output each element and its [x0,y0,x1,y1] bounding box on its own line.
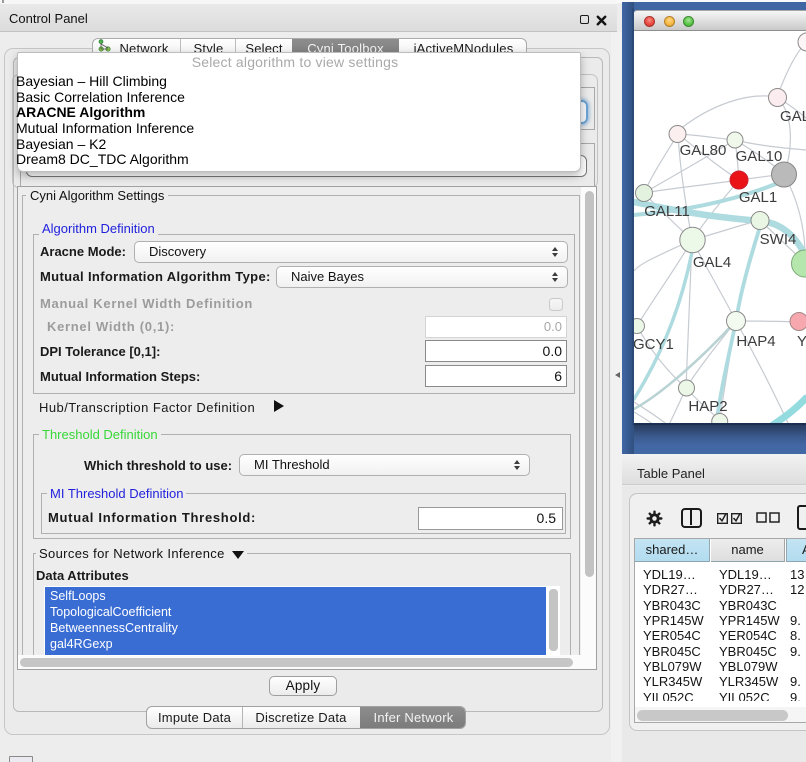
svg-text:GAL10: GAL10 [736,148,783,165]
svg-text:HAP2: HAP2 [688,398,727,415]
svg-text:GCY1: GCY1 [634,336,674,353]
svg-text:GAL80: GAL80 [680,142,727,159]
svg-text:GAL7: GAL7 [780,108,806,125]
svg-text:GAL11: GAL11 [644,203,690,220]
svg-text:GAL1: GAL1 [739,189,777,206]
svg-text:Y: Y [797,333,806,350]
svg-text:HAP4: HAP4 [736,333,775,350]
svg-text:GAL4: GAL4 [693,254,731,271]
svg-text:SWI4: SWI4 [760,231,797,248]
